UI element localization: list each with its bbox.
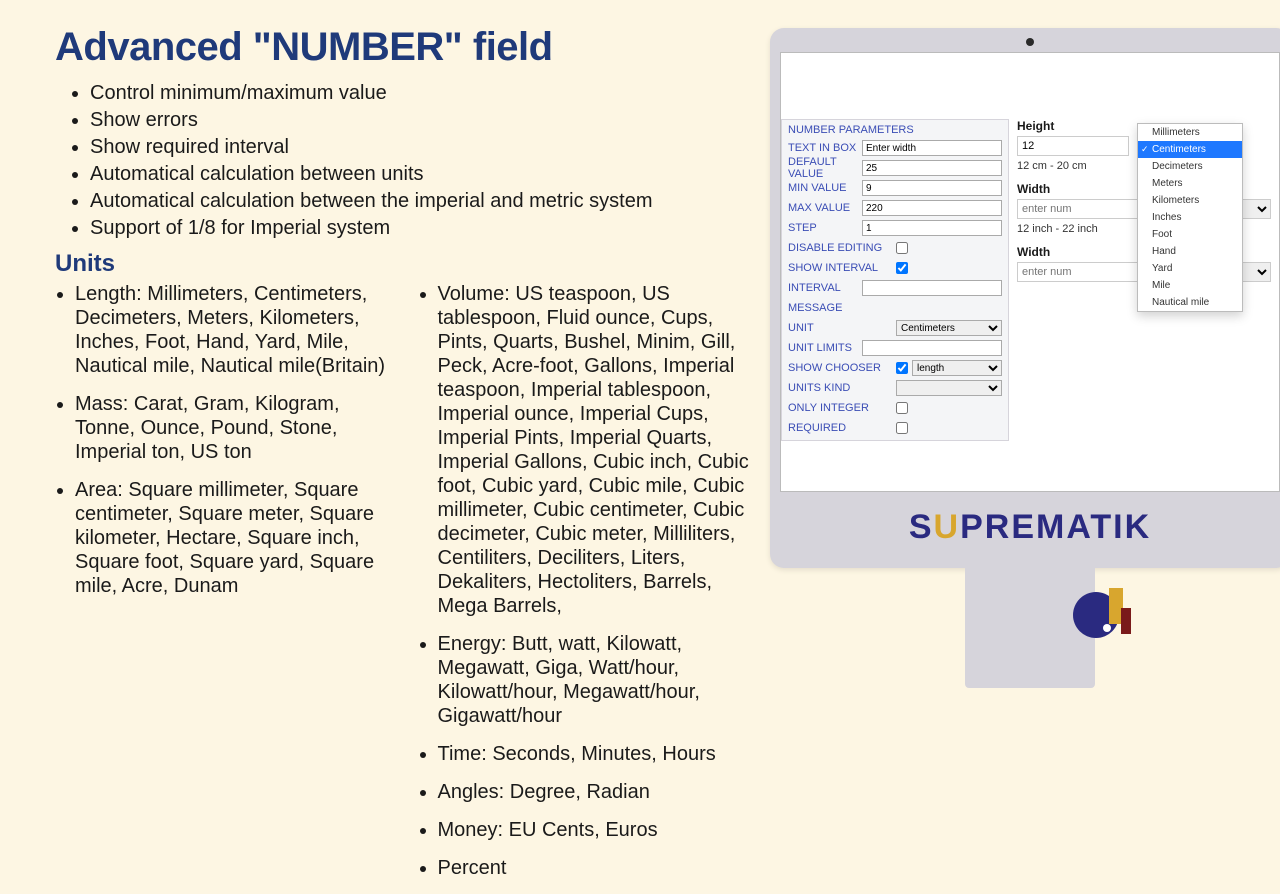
dropdown-option[interactable]: Nautical mile: [1138, 294, 1242, 311]
show-chooser-checkbox[interactable]: [896, 362, 908, 374]
list-item: Automatical calculation between the impe…: [90, 188, 750, 215]
app-screen: NUMBER PARAMETERS TEXT IN BOX DEFAULT VA…: [780, 52, 1280, 492]
list-item: Angles: Degree, Radian: [438, 780, 751, 804]
dropdown-option[interactable]: Hand: [1138, 243, 1242, 260]
units-heading: Units: [55, 250, 750, 278]
dropdown-option[interactable]: Inches: [1138, 209, 1242, 226]
param-label: MIN VALUE: [788, 182, 862, 194]
dropdown-option[interactable]: Foot: [1138, 226, 1242, 243]
dropdown-option[interactable]: Centimeters: [1138, 141, 1242, 158]
dropdown-option[interactable]: Decimeters: [1138, 158, 1242, 175]
param-label: TEXT IN BOX: [788, 142, 862, 154]
monitor-mockup: NUMBER PARAMETERS TEXT IN BOX DEFAULT VA…: [770, 28, 1280, 688]
list-item: Automatical calculation between units: [90, 161, 750, 188]
param-label: DEFAULT VALUE: [788, 156, 862, 180]
only-integer-checkbox[interactable]: [896, 402, 908, 414]
param-label: DISABLE EDITING: [788, 242, 896, 254]
height-input[interactable]: [1017, 136, 1129, 156]
show-interval-checkbox[interactable]: [896, 262, 908, 274]
param-label: STEP: [788, 222, 862, 234]
params-panel: NUMBER PARAMETERS TEXT IN BOX DEFAULT VA…: [781, 119, 1009, 441]
unit-dropdown-popup[interactable]: MillimetersCentimetersDecimetersMetersKi…: [1137, 123, 1243, 312]
param-label: MESSAGE: [788, 302, 896, 314]
param-label: SHOW INTERVAL: [788, 262, 896, 274]
dropdown-option[interactable]: Millimeters: [1138, 124, 1242, 141]
max-value-input[interactable]: [862, 200, 1002, 216]
units-col2: Volume: US teaspoon, US tablespoon, Flui…: [418, 282, 751, 880]
list-item: Area: Square millimeter, Square centimet…: [75, 478, 388, 598]
dropdown-option[interactable]: Mile: [1138, 277, 1242, 294]
list-item: Percent: [438, 856, 751, 880]
list-item: Mass: Carat, Gram, Kilogram, Tonne, Ounc…: [75, 392, 388, 464]
monitor-stand: [965, 568, 1095, 688]
dropdown-option[interactable]: Meters: [1138, 175, 1242, 192]
unit-limits-input[interactable]: [862, 340, 1002, 356]
param-label: MAX VALUE: [788, 202, 862, 214]
param-label: SHOW CHOOSER: [788, 362, 896, 374]
feature-list: Control minimum/maximum value Show error…: [55, 80, 750, 242]
list-item: Show required interval: [90, 134, 750, 161]
units-col1: Length: Millimeters, Centimeters, Decime…: [55, 282, 388, 598]
units-kind-select[interactable]: [896, 380, 1002, 396]
page-title: Advanced "NUMBER" field: [55, 25, 750, 70]
disable-editing-checkbox[interactable]: [896, 242, 908, 254]
list-item: Time: Seconds, Minutes, Hours: [438, 742, 751, 766]
interval-input[interactable]: [862, 280, 1002, 296]
default-value-input[interactable]: [862, 160, 1002, 176]
dropdown-option[interactable]: Kilometers: [1138, 192, 1242, 209]
show-chooser-select[interactable]: length: [912, 360, 1002, 376]
list-item: Control minimum/maximum value: [90, 80, 750, 107]
params-title: NUMBER PARAMETERS: [788, 124, 1002, 136]
list-item: Length: Millimeters, Centimeters, Decime…: [75, 282, 388, 378]
param-label: INTERVAL: [788, 282, 862, 294]
param-label: UNIT: [788, 322, 896, 334]
camera-icon: [1026, 38, 1034, 46]
dropdown-option[interactable]: Yard: [1138, 260, 1242, 277]
list-item: Energy: Butt, watt, Kilowatt, Megawatt, …: [438, 632, 751, 728]
list-item: Show errors: [90, 107, 750, 134]
param-label: REQUIRED: [788, 422, 896, 434]
text-in-box-input[interactable]: [862, 140, 1002, 156]
list-item: Volume: US teaspoon, US tablespoon, Flui…: [438, 282, 751, 618]
param-label: UNIT LIMITS: [788, 342, 862, 354]
list-item: Support of 1/8 for Imperial system: [90, 215, 750, 242]
list-item: Money: EU Cents, Euros: [438, 818, 751, 842]
logo-mark-icon: [1073, 588, 1131, 646]
min-value-input[interactable]: [862, 180, 1002, 196]
required-checkbox[interactable]: [896, 422, 908, 434]
param-label: UNITS KIND: [788, 382, 896, 394]
step-input[interactable]: [862, 220, 1002, 236]
unit-select[interactable]: Centimeters: [896, 320, 1002, 336]
brand-logo: SUPREMATIK: [909, 508, 1151, 547]
param-label: ONLY INTEGER: [788, 402, 896, 414]
